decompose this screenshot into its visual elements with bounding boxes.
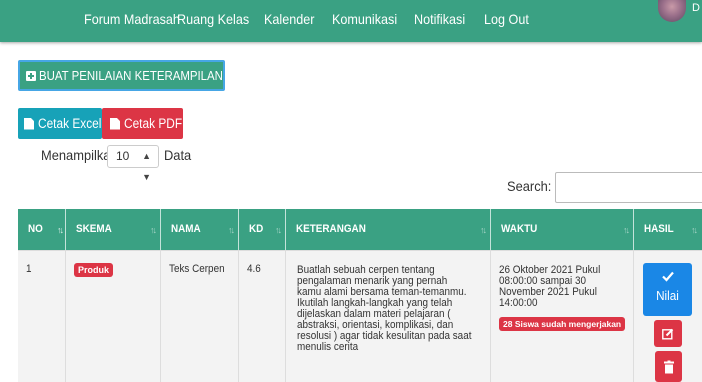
file-icon <box>24 117 34 130</box>
sort-icon: ↑↓ <box>275 225 282 235</box>
nav-forum-madrasah[interactable]: Forum Madrasah <box>84 11 180 27</box>
sort-icon: ↑↓ <box>623 225 630 235</box>
column-header-nama[interactable]: NAMA ↑↓ <box>161 209 239 250</box>
column-header-no[interactable]: NO ↑↓ <box>18 209 66 250</box>
column-header-kd[interactable]: KD ↑↓ <box>239 209 286 250</box>
sort-icon: ↑↓ <box>57 225 64 235</box>
cell-keterangan: Buatlah sebuah cerpen tentang pengalaman… <box>286 251 491 382</box>
waktu-text: 26 Oktober 2021 Pukul 08:00:00 sampai 30… <box>499 264 601 309</box>
print-pdf-button[interactable]: Cetak PDF <box>102 108 183 139</box>
column-header-waktu[interactable]: WAKTU ↑↓ <box>491 209 634 250</box>
sort-icon: ↑↓ <box>480 225 487 235</box>
check-icon <box>661 271 674 282</box>
entries-suffix-label: Data <box>164 147 192 163</box>
cell-nama: Teks Cerpen <box>161 251 239 382</box>
plus-square-icon <box>26 70 36 81</box>
cell-skema: Produk <box>66 251 161 382</box>
edit-button[interactable] <box>654 320 682 347</box>
sort-icon: ↑↓ <box>150 225 157 235</box>
entries-length-select[interactable]: 10 ▲ ▼ <box>107 145 159 182</box>
entries-length-value: 10 <box>116 149 130 163</box>
print-excel-button[interactable]: Cetak Excel <box>18 108 102 139</box>
sort-icon: ↑↓ <box>691 225 698 235</box>
top-navbar: Forum Madrasah Ruang Kelas Kalender Komu… <box>0 0 702 42</box>
submission-status-badge: 28 Siswa sudah mengerjakan <box>499 317 626 331</box>
nilai-label: Nilai <box>656 288 679 303</box>
create-assessment-label: BUAT PENILAIAN KETERAMPILAN <box>39 68 223 83</box>
search-label: Search: <box>507 178 552 194</box>
cell-kd: 4.6 <box>239 251 286 382</box>
search-input[interactable] <box>555 172 702 203</box>
file-icon <box>110 117 120 130</box>
user-name[interactable]: D <box>692 2 700 14</box>
nav-log-out[interactable]: Log Out <box>484 11 529 27</box>
nilai-button[interactable]: Nilai <box>643 263 692 316</box>
delete-button[interactable] <box>655 351 682 382</box>
cell-waktu: 26 Oktober 2021 Pukul 08:00:00 sampai 30… <box>491 251 634 382</box>
print-pdf-label: Cetak PDF <box>124 116 183 131</box>
trash-icon <box>663 360 674 373</box>
select-arrows-icon: ▲ ▼ <box>142 151 151 182</box>
nav-kalender[interactable]: Kalender <box>264 11 314 27</box>
cell-no: 1 <box>18 251 66 382</box>
table-header: NO ↑↓ SKEMA ↑↓ NAMA ↑↓ KD ↑↓ KETERANGAN ↑↓ WA… <box>18 209 702 250</box>
user-avatar[interactable] <box>658 0 686 22</box>
print-excel-label: Cetak Excel <box>38 116 102 131</box>
table-row: 1 Produk Teks Cerpen 4.6 Buatlah sebuah … <box>18 250 702 382</box>
sort-icon: ↑↓ <box>228 225 235 235</box>
nav-notifikasi[interactable]: Notifikasi <box>414 11 465 27</box>
column-header-skema[interactable]: SKEMA ↑↓ <box>66 209 161 250</box>
column-header-keterangan[interactable]: KETERANGAN ↑↓ <box>286 209 491 250</box>
column-header-hasil[interactable]: HASIL ↑↓ <box>634 209 702 250</box>
nav-ruang-kelas[interactable]: Ruang Kelas <box>177 11 249 27</box>
create-assessment-button[interactable]: BUAT PENILAIAN KETERAMPILAN <box>18 60 225 91</box>
edit-icon <box>662 328 674 339</box>
nav-komunikasi[interactable]: Komunikasi <box>332 11 397 27</box>
skema-badge: Produk <box>74 263 114 277</box>
